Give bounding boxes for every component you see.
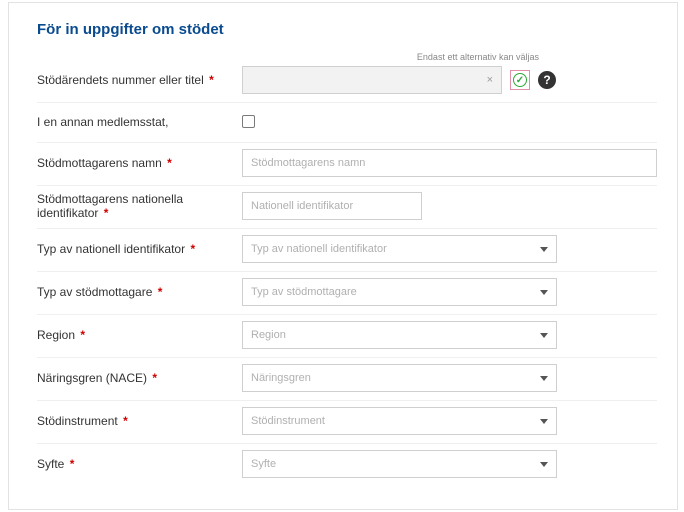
required-mark: * xyxy=(104,206,109,220)
label-instrument: Stödinstrument * xyxy=(37,414,242,428)
chevron-down-icon xyxy=(540,290,548,295)
label-text: Region xyxy=(37,328,75,342)
region-select[interactable]: Region xyxy=(242,321,557,349)
row-national-id: Stödmottagarens nationella identifikator… xyxy=(37,186,657,229)
select-placeholder: Syfte xyxy=(251,458,276,470)
label-national-id: Stödmottagarens nationella identifikator… xyxy=(37,192,242,220)
other-state-checkbox[interactable] xyxy=(242,115,255,128)
national-id-type-select[interactable]: Typ av nationell identifikator xyxy=(242,235,557,263)
input-col-region: Region xyxy=(242,321,657,349)
input-col-beneficiary-type: Typ av stödmottagare xyxy=(242,278,657,306)
row-purpose: Syfte * Syfte xyxy=(37,444,657,486)
label-text: Stödmottagarens nationella identifikator xyxy=(37,192,183,220)
help-icon[interactable]: ? xyxy=(538,71,556,89)
select-placeholder: Näringsgren xyxy=(251,372,311,384)
select-placeholder: Stödinstrument xyxy=(251,415,325,427)
label-text: Stödinstrument xyxy=(37,414,118,428)
input-col-nace: Näringsgren xyxy=(242,364,657,392)
label-text: Syfte xyxy=(37,457,64,471)
input-col-national-id xyxy=(242,192,657,220)
beneficiary-name-input[interactable] xyxy=(242,149,657,177)
row-nace: Näringsgren (NACE) * Näringsgren xyxy=(37,358,657,401)
label-text: Näringsgren (NACE) xyxy=(37,371,147,385)
required-mark: * xyxy=(167,156,172,170)
label-case-number: Stödärendets nummer eller titel * xyxy=(37,73,242,87)
row-region: Region * Region xyxy=(37,315,657,358)
input-col-purpose: Syfte xyxy=(242,450,657,478)
form-panel: För in uppgifter om stödet Stödärendets … xyxy=(8,2,678,510)
beneficiary-type-select[interactable]: Typ av stödmottagare xyxy=(242,278,557,306)
hint-single-choice: Endast ett alternativ kan väljas xyxy=(417,52,539,62)
chevron-down-icon xyxy=(540,376,548,381)
required-mark: * xyxy=(209,73,214,87)
input-col-case-number: Endast ett alternativ kan väljas × ✓ ? xyxy=(242,66,657,94)
chevron-down-icon xyxy=(540,247,548,252)
required-mark: * xyxy=(123,414,128,428)
label-beneficiary-type: Typ av stödmottagare * xyxy=(37,285,242,299)
clear-icon[interactable]: × xyxy=(487,74,493,86)
select-placeholder: Typ av nationell identifikator xyxy=(251,243,387,255)
required-mark: * xyxy=(158,285,163,299)
label-national-id-type: Typ av nationell identifikator * xyxy=(37,242,242,256)
input-col-other-state xyxy=(242,115,657,128)
row-other-state: I en annan medlemsstat, xyxy=(37,103,657,143)
label-other-state: I en annan medlemsstat, xyxy=(37,115,242,129)
chevron-down-icon xyxy=(540,419,548,424)
validate-wrap: ✓ xyxy=(510,70,530,90)
row-national-id-type: Typ av nationell identifikator * Typ av … xyxy=(37,229,657,272)
chevron-down-icon xyxy=(540,462,548,467)
instrument-select[interactable]: Stödinstrument xyxy=(242,407,557,435)
required-mark: * xyxy=(80,328,85,342)
label-text: Typ av stödmottagare xyxy=(37,285,152,299)
select-placeholder: Typ av stödmottagare xyxy=(251,286,357,298)
label-text: Stödärendets nummer eller titel xyxy=(37,73,204,87)
label-nace: Näringsgren (NACE) * xyxy=(37,371,242,385)
row-instrument: Stödinstrument * Stödinstrument xyxy=(37,401,657,444)
check-circle-icon[interactable]: ✓ xyxy=(513,73,527,87)
label-purpose: Syfte * xyxy=(37,457,242,471)
row-beneficiary-type: Typ av stödmottagare * Typ av stödmottag… xyxy=(37,272,657,315)
required-mark: * xyxy=(190,242,195,256)
page-title: För in uppgifter om stödet xyxy=(37,21,657,38)
label-text: Typ av nationell identifikator xyxy=(37,242,185,256)
input-col-instrument: Stödinstrument xyxy=(242,407,657,435)
chevron-down-icon xyxy=(540,333,548,338)
row-beneficiary-name: Stödmottagarens namn * xyxy=(37,143,657,186)
label-text: I en annan medlemsstat, xyxy=(37,115,168,129)
input-col-beneficiary-name xyxy=(242,149,657,177)
label-beneficiary-name: Stödmottagarens namn * xyxy=(37,156,242,170)
purpose-select[interactable]: Syfte xyxy=(242,450,557,478)
required-mark: * xyxy=(70,457,75,471)
row-case-number: Stödärendets nummer eller titel * Endast… xyxy=(37,60,657,103)
required-mark: * xyxy=(152,371,157,385)
case-number-select[interactable]: × xyxy=(242,66,502,94)
label-text: Stödmottagarens namn xyxy=(37,156,162,170)
label-region: Region * xyxy=(37,328,242,342)
select-placeholder: Region xyxy=(251,329,286,341)
nace-select[interactable]: Näringsgren xyxy=(242,364,557,392)
national-id-input[interactable] xyxy=(242,192,422,220)
input-col-national-id-type: Typ av nationell identifikator xyxy=(242,235,657,263)
